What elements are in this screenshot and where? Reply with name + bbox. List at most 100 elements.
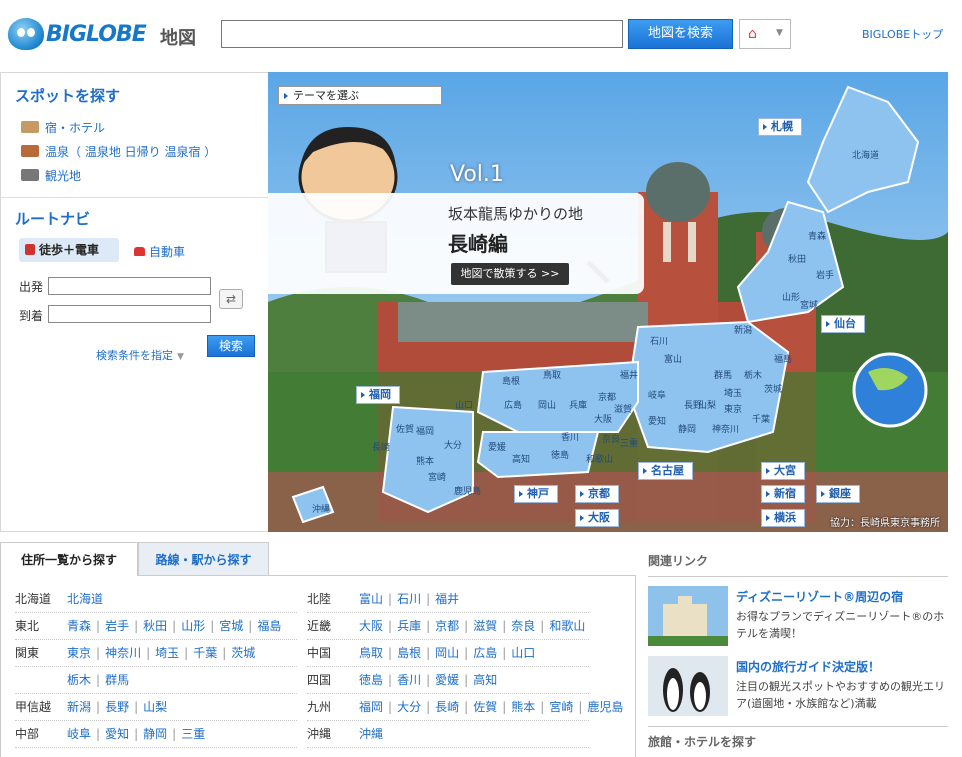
map-pref-label[interactable]: 千葉 <box>752 412 770 425</box>
map-pref-label[interactable]: 香川 <box>561 430 579 443</box>
map-pref-label[interactable]: 岡山 <box>538 398 556 411</box>
map-pref-label[interactable]: 栃木 <box>744 368 762 381</box>
walk-map-button[interactable]: 地図で散策する >> <box>451 263 569 285</box>
map-pref-label[interactable]: 沖縄 <box>312 502 330 515</box>
prefecture-link[interactable]: 新潟 <box>67 700 91 714</box>
map-pref-label[interactable]: 宮崎 <box>428 470 446 483</box>
prefecture-link[interactable]: 北海道 <box>67 592 103 606</box>
prefecture-link[interactable]: 長崎 <box>435 700 459 714</box>
map-pref-label[interactable]: 広島 <box>504 398 522 411</box>
map-pref-label[interactable]: 山形 <box>782 290 800 303</box>
map-pref-label[interactable]: 長崎 <box>372 440 390 453</box>
city-link-shinjuku[interactable]: 新宿 <box>761 485 805 503</box>
tab-address-list[interactable]: 住所一覧から探す <box>0 542 138 576</box>
spot-link-sightseeing[interactable]: 観光地 <box>21 167 81 184</box>
map-pref-label[interactable]: 佐賀 <box>396 422 414 435</box>
swap-button[interactable]: ⇄ <box>219 289 243 309</box>
map-pref-label[interactable]: 青森 <box>808 229 826 242</box>
prefecture-link[interactable]: 福井 <box>435 592 459 606</box>
map-pref-label[interactable]: 埼玉 <box>724 386 742 399</box>
prefecture-link[interactable]: 佐賀 <box>473 700 497 714</box>
map-pref-label[interactable]: 福岡 <box>416 424 434 437</box>
prefecture-link[interactable]: 東京 <box>67 646 91 660</box>
spot-link-onsen[interactable]: 温泉（ 温泉地 日帰り 温泉宿 ） <box>21 143 216 160</box>
map-pref-label[interactable]: 奈良 <box>602 432 620 445</box>
prefecture-link[interactable]: 愛知 <box>105 727 129 741</box>
prefecture-link[interactable]: 沖縄 <box>359 727 383 741</box>
prefecture-link[interactable]: 埼玉 <box>155 646 179 660</box>
prefecture-link[interactable]: 大分 <box>397 700 421 714</box>
prefecture-link[interactable]: 奈良 <box>511 619 535 633</box>
prefecture-link[interactable]: 大阪 <box>359 619 383 633</box>
prefecture-link[interactable]: 岐阜 <box>67 727 91 741</box>
prefecture-link[interactable]: 鹿児島 <box>587 700 623 714</box>
map-pref-label[interactable]: 鹿児島 <box>454 484 481 497</box>
route-search-button[interactable]: 検索 <box>207 335 255 357</box>
search-conditions-link[interactable]: 検索条件を指定 ▼ <box>96 347 184 363</box>
prefecture-link[interactable]: 宮城 <box>219 619 243 633</box>
mode-train-tab[interactable]: 徒歩＋電車 <box>19 238 119 262</box>
city-link-fukuoka[interactable]: 福岡 <box>356 386 400 404</box>
map-pref-label[interactable]: 東京 <box>724 402 742 415</box>
prefecture-link[interactable]: 神奈川 <box>105 646 141 660</box>
city-link-osaka[interactable]: 大阪 <box>575 509 619 527</box>
biglobe-top-link[interactable]: BIGLOBEトップ <box>862 26 943 42</box>
map-pref-label[interactable]: 福島 <box>774 352 792 365</box>
prefecture-link[interactable]: 富山 <box>359 592 383 606</box>
map-search-button[interactable]: 地図を検索 <box>628 19 733 49</box>
city-link-sendai[interactable]: 仙台 <box>821 315 865 333</box>
map-pref-label[interactable]: 新潟 <box>734 323 752 336</box>
to-input[interactable] <box>48 305 211 323</box>
city-link-ginza[interactable]: 銀座 <box>816 485 860 503</box>
related-item-travel-guide[interactable]: 国内の旅行ガイド決定版！ 注目の観光スポットやおすすめの観光エリア(道園地・水族… <box>648 656 948 718</box>
map-pref-label[interactable]: 茨城 <box>764 382 782 395</box>
map-pref-label[interactable]: 愛知 <box>648 414 666 427</box>
map-pref-label[interactable]: 静岡 <box>678 422 696 435</box>
prefecture-link[interactable]: 静岡 <box>143 727 167 741</box>
prefecture-link[interactable]: 石川 <box>397 592 421 606</box>
map-pref-label[interactable]: 北海道 <box>852 148 879 161</box>
prefecture-link[interactable]: 山口 <box>511 646 535 660</box>
prefecture-link[interactable]: 高知 <box>473 673 497 687</box>
map-pref-label[interactable]: 群馬 <box>714 368 732 381</box>
map-pref-label[interactable]: 大分 <box>444 438 462 451</box>
map-search-input[interactable] <box>221 20 623 48</box>
map-pref-label[interactable]: 鳥取 <box>543 368 561 381</box>
map-pref-label[interactable]: 石川 <box>650 334 668 347</box>
prefecture-link[interactable]: 熊本 <box>511 700 535 714</box>
map-pref-label[interactable]: 徳島 <box>551 448 569 461</box>
prefecture-link[interactable]: 福岡 <box>359 700 383 714</box>
prefecture-link[interactable]: 茨城 <box>231 646 255 660</box>
prefecture-link[interactable]: 京都 <box>435 619 459 633</box>
prefecture-link[interactable]: 長野 <box>105 700 129 714</box>
map-pref-label[interactable]: 島根 <box>502 374 520 387</box>
map-pref-label[interactable]: 山梨 <box>698 398 716 411</box>
map-pref-label[interactable]: 三重 <box>620 436 638 449</box>
related-item-disney[interactable]: ディズニーリゾート®周辺の宿 お得なプランでディズニーリゾート®のホテルを満喫！ <box>648 586 948 648</box>
city-link-kobe[interactable]: 神戸 <box>514 485 558 503</box>
spot-link-hotel[interactable]: 宿・ホテル <box>21 119 105 136</box>
mode-car-tab[interactable]: 自動車 <box>134 243 185 260</box>
prefecture-link[interactable]: 秋田 <box>143 619 167 633</box>
prefecture-link[interactable]: 岩手 <box>105 619 129 633</box>
city-link-sapporo[interactable]: 札幌 <box>758 118 802 136</box>
city-link-yokohama[interactable]: 横浜 <box>761 509 805 527</box>
map-pref-label[interactable]: 富山 <box>664 352 682 365</box>
map-pref-label[interactable]: 和歌山 <box>586 452 613 465</box>
prefecture-link[interactable]: 島根 <box>397 646 421 660</box>
map-pref-label[interactable]: 宮城 <box>800 298 818 311</box>
map-pref-label[interactable]: 山口 <box>455 398 473 411</box>
map-pref-label[interactable]: 熊本 <box>416 454 434 467</box>
map-pref-label[interactable]: 岐阜 <box>648 388 666 401</box>
prefecture-link[interactable]: 香川 <box>397 673 421 687</box>
prefecture-link[interactable]: 千葉 <box>193 646 217 660</box>
prefecture-link[interactable]: 滋賀 <box>473 619 497 633</box>
map-pref-label[interactable]: 大阪 <box>594 412 612 425</box>
city-link-kyoto[interactable]: 京都 <box>575 485 619 503</box>
city-link-nagoya[interactable]: 名古屋 <box>638 462 693 480</box>
prefecture-link[interactable]: 山形 <box>181 619 205 633</box>
map-pref-label[interactable]: 福井 <box>620 368 638 381</box>
biglobe-logo[interactable]: BIGLOBE 地図 <box>8 16 204 52</box>
tab-rail-station[interactable]: 路線・駅から探す <box>138 542 269 576</box>
theme-select-dropdown[interactable]: テーマを選ぶ <box>278 86 442 105</box>
